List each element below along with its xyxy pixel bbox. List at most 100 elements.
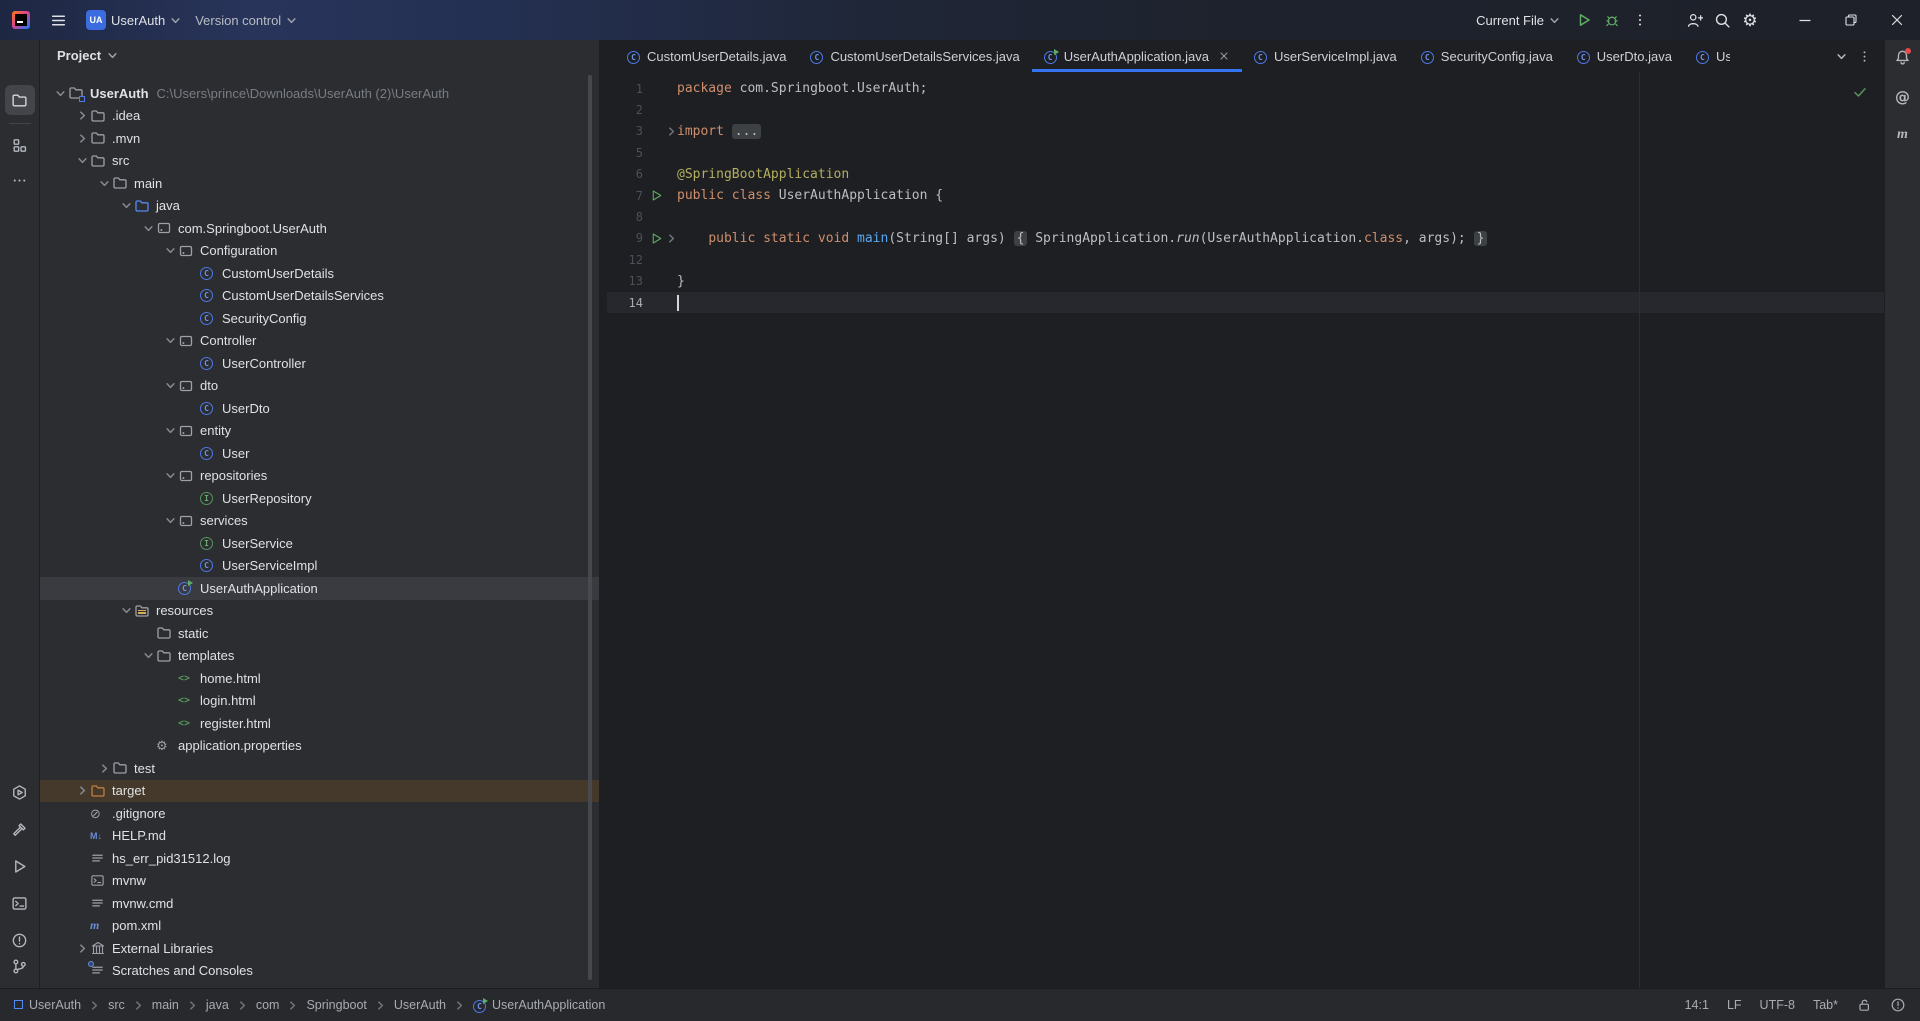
code-editor[interactable]: 1package com.Springboot.UserAuth;23impor… — [607, 72, 1884, 988]
tab-userserviceimpl-java[interactable]: CUserServiceImpl.java — [1242, 40, 1409, 72]
main-menu-button[interactable] — [44, 6, 72, 34]
readonly-unlock-icon[interactable] — [1856, 997, 1872, 1013]
chevron-expanded-icon[interactable] — [162, 335, 178, 346]
tree-item-main[interactable]: main — [40, 172, 599, 195]
error-analysis-icon[interactable] — [1890, 997, 1906, 1013]
tree-item-dto[interactable]: dto — [40, 375, 599, 398]
tab-userauthapplication-java[interactable]: CUserAuthApplication.java — [1032, 40, 1242, 72]
encoding-widget[interactable]: UTF-8 — [1760, 998, 1795, 1012]
breadcrumb-item-com[interactable]: com — [256, 998, 280, 1012]
breadcrumb-item-src[interactable]: src — [108, 998, 125, 1012]
project-tree-scrollbar[interactable] — [588, 75, 592, 980]
tree-item-usercontroller[interactable]: CUserController — [40, 352, 599, 375]
version-control-toolwindow-button[interactable] — [5, 951, 35, 981]
tree-item-register-html[interactable]: <>register.html — [40, 712, 599, 735]
tree-item--idea[interactable]: .idea — [40, 105, 599, 128]
run-gutter-icon[interactable] — [648, 189, 665, 202]
chevron-collapsed-icon[interactable] — [96, 763, 112, 774]
window-close-button[interactable] — [1874, 0, 1920, 40]
tree-item-securityconfig[interactable]: CSecurityConfig — [40, 307, 599, 330]
breadcrumb-item-main[interactable]: main — [152, 998, 179, 1012]
caret-position-widget[interactable]: 14:1 — [1685, 998, 1709, 1012]
breadcrumb-item-userauth[interactable]: UserAuth — [14, 998, 81, 1012]
tree-item-login-html[interactable]: <>login.html — [40, 690, 599, 713]
services-toolwindow-button[interactable] — [5, 777, 35, 807]
tree-item--mvn[interactable]: .mvn — [40, 127, 599, 150]
chevron-collapsed-icon[interactable] — [74, 943, 90, 954]
tree-item-entity[interactable]: entity — [40, 420, 599, 443]
chevron-expanded-icon[interactable] — [140, 223, 156, 234]
tree-item-static[interactable]: static — [40, 622, 599, 645]
tree-item-target[interactable]: target — [40, 780, 599, 803]
chevron-expanded-icon[interactable] — [96, 178, 112, 189]
inspections-ok-icon[interactable] — [1852, 84, 1868, 100]
chevron-expanded-icon[interactable] — [162, 425, 178, 436]
tree-item-help-md[interactable]: M↓HELP.md — [40, 825, 599, 848]
debug-button[interactable] — [1598, 6, 1626, 34]
ai-assistant-toolwindow-button[interactable]: @ — [1888, 82, 1918, 112]
chevron-expanded-icon[interactable] — [52, 88, 68, 99]
more-toolwindows-toolwindow-button[interactable] — [5, 165, 35, 195]
run-button[interactable] — [1570, 6, 1598, 34]
breadcrumb-item-userauthapplication[interactable]: CUserAuthApplication — [473, 998, 605, 1013]
tree-item-controller[interactable]: Controller — [40, 330, 599, 353]
settings-button[interactable]: ⚙ — [1736, 6, 1764, 34]
build-toolwindow-button[interactable] — [5, 814, 35, 844]
project-panel-header[interactable]: Project — [40, 40, 599, 70]
tree-item-resources[interactable]: resources — [40, 600, 599, 623]
tab-customuserdetailsservices-java[interactable]: CCustomUserDetailsServices.java — [798, 40, 1031, 72]
tree-item-userservice[interactable]: IUserService — [40, 532, 599, 555]
search-everywhere-button[interactable] — [1708, 6, 1736, 34]
run-toolwindow-button[interactable] — [5, 851, 35, 881]
tree-item-customuserdetailsservices[interactable]: CCustomUserDetailsServices — [40, 285, 599, 308]
structure-toolwindow-button[interactable] — [5, 130, 35, 160]
panel-resize-divider[interactable] — [600, 40, 607, 988]
chevron-collapsed-icon[interactable] — [74, 133, 90, 144]
line-ending-widget[interactable]: LF — [1727, 998, 1742, 1012]
tab-close-icon[interactable] — [1218, 50, 1230, 62]
fold-gutter-icon[interactable] — [665, 233, 677, 244]
tab-securityconfig-java[interactable]: CSecurityConfig.java — [1409, 40, 1565, 72]
tree-item-scratches-and-consoles[interactable]: Scratches and Consoles — [40, 960, 599, 983]
notifications-button[interactable] — [1888, 42, 1918, 72]
tree-item-templates[interactable]: templates — [40, 645, 599, 668]
tree-item--gitignore[interactable]: ⊘.gitignore — [40, 802, 599, 825]
tree-item-home-html[interactable]: <>home.html — [40, 667, 599, 690]
chevron-expanded-icon[interactable] — [162, 245, 178, 256]
tree-item-java[interactable]: java — [40, 195, 599, 218]
tree-item-repositories[interactable]: repositories — [40, 465, 599, 488]
breadcrumb-item-userauth[interactable]: UserAuth — [394, 998, 446, 1012]
hidden-tabs-chevron-icon[interactable] — [1836, 51, 1847, 62]
tree-item-mvnw-cmd[interactable]: mvnw.cmd — [40, 892, 599, 915]
chevron-collapsed-icon[interactable] — [74, 785, 90, 796]
run-configuration-selector[interactable]: Current File — [1476, 13, 1560, 28]
tree-item-src[interactable]: src — [40, 150, 599, 173]
tree-item-userdto[interactable]: CUserDto — [40, 397, 599, 420]
run-gutter-icon[interactable] — [648, 232, 665, 245]
chevron-expanded-icon[interactable] — [140, 650, 156, 661]
chevron-expanded-icon[interactable] — [162, 515, 178, 526]
tree-item-external-libraries[interactable]: External Libraries — [40, 937, 599, 960]
window-restore-button[interactable] — [1828, 0, 1874, 40]
tab-userdto-java[interactable]: CUserDto.java — [1565, 40, 1684, 72]
breadcrumb-item-springboot[interactable]: Springboot — [306, 998, 366, 1012]
terminal-toolwindow-button[interactable] — [5, 888, 35, 918]
tab-options-icon[interactable] — [1857, 49, 1872, 64]
tree-item-user[interactable]: CUser — [40, 442, 599, 465]
tree-item-userauth[interactable]: UserAuthC:\Users\prince\Downloads\UserAu… — [40, 82, 599, 105]
chevron-expanded-icon[interactable] — [74, 155, 90, 166]
vcs-widget[interactable]: Version control — [195, 13, 297, 28]
tree-item-test[interactable]: test — [40, 757, 599, 780]
chevron-expanded-icon[interactable] — [162, 380, 178, 391]
project-folder-toolwindow-button[interactable] — [5, 85, 35, 115]
tree-item-services[interactable]: services — [40, 510, 599, 533]
chevron-expanded-icon[interactable] — [162, 470, 178, 481]
tree-item-mvnw[interactable]: mvnw — [40, 870, 599, 893]
tab-customuserdetails-java[interactable]: CCustomUserDetails.java — [615, 40, 798, 72]
breadcrumb-item-java[interactable]: java — [206, 998, 229, 1012]
fold-gutter-icon[interactable] — [665, 126, 677, 137]
more-actions-button[interactable] — [1626, 6, 1654, 34]
tree-item-customuserdetails[interactable]: CCustomUserDetails — [40, 262, 599, 285]
chevron-expanded-icon[interactable] — [118, 200, 134, 211]
code-with-me-button[interactable] — [1680, 6, 1708, 34]
